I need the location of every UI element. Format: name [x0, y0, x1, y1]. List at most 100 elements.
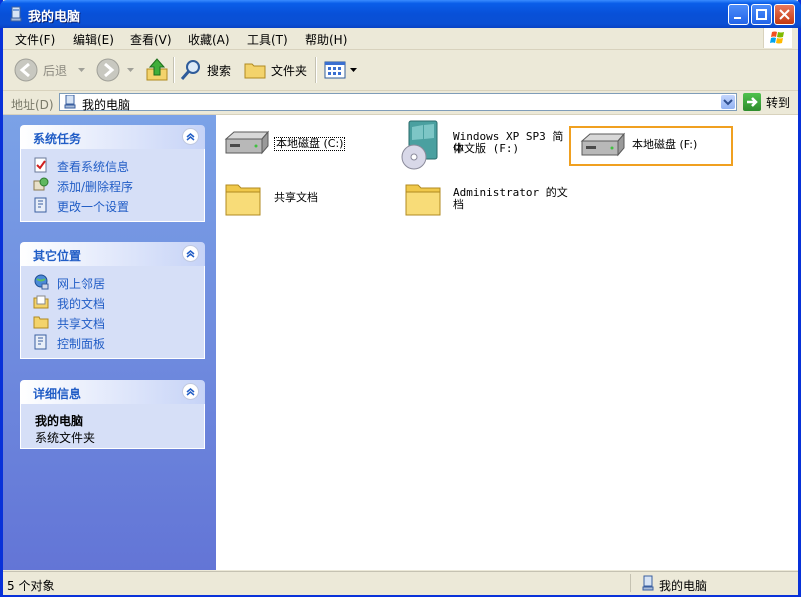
address-label: 地址(D)	[11, 98, 54, 112]
search-button[interactable]: 搜索	[179, 57, 231, 83]
views-dropdown-icon	[350, 67, 357, 72]
other-places-panel: 其它位置 网上邻居 我的文档 共享文档 控制面板	[20, 242, 205, 359]
panel-title: 详细信息	[33, 387, 82, 401]
panel-body: 网上邻居 我的文档 共享文档 控制面板	[20, 266, 205, 359]
go-arrow-icon	[743, 93, 761, 111]
address-input[interactable]: 我的电脑	[59, 93, 737, 112]
back-dropdown-icon[interactable]	[78, 68, 85, 73]
minimize-button[interactable]	[728, 4, 749, 25]
my-computer-icon	[10, 6, 22, 22]
close-icon	[779, 9, 790, 20]
shared-documents-label: 共享文档	[274, 191, 318, 204]
details-desc: 系统文件夹	[35, 431, 96, 445]
folders-button[interactable]: 文件夹	[243, 57, 307, 83]
control-panel-icon	[34, 197, 47, 213]
add-remove-programs-icon	[33, 177, 49, 191]
my-documents-icon	[33, 295, 49, 309]
system-tasks-panel: 系统任务 查看系统信息 添加/删除程序 更改一个设置	[20, 125, 205, 222]
back-label: 后退	[43, 63, 68, 78]
chevron-down-icon	[723, 99, 733, 106]
shared-documents-item[interactable]: 共享文档	[224, 179, 384, 223]
title-bar[interactable]: 我的电脑	[0, 0, 801, 28]
collapse-icon[interactable]	[182, 383, 199, 400]
drive-c-label: 本地磁盘 (C:)	[274, 137, 346, 151]
details-name: 我的电脑	[35, 414, 84, 428]
my-computer-icon	[642, 575, 654, 591]
status-divider	[630, 574, 631, 592]
views-icon	[324, 61, 346, 79]
back-button[interactable]: 后退	[13, 57, 67, 83]
go-button[interactable]: 转到	[743, 93, 790, 111]
menu-file[interactable]: 文件(F)	[15, 31, 55, 48]
maximize-button[interactable]	[751, 4, 772, 25]
folder-icon	[405, 184, 441, 216]
file-view: 本地磁盘 (C:) Windows XP SP3 简体 中文版 (F:) 本地磁…	[216, 115, 798, 570]
highlight-box	[569, 126, 733, 166]
system-info-icon	[34, 157, 47, 173]
search-icon	[180, 60, 200, 80]
folders-label: 文件夹	[271, 63, 308, 78]
collapse-icon[interactable]	[182, 245, 199, 262]
network-icon	[34, 274, 49, 290]
menu-edit[interactable]: 编辑(E)	[73, 31, 114, 48]
hard-drive-icon	[224, 130, 270, 155]
back-arrow-icon	[14, 58, 38, 82]
toolbar-separator	[173, 57, 175, 83]
admin-label-line1: Administrator 的文	[453, 186, 568, 199]
panel-title: 系统任务	[33, 132, 82, 146]
maximize-icon	[756, 9, 767, 20]
close-button[interactable]	[774, 4, 795, 25]
address-dropdown-button[interactable]	[721, 95, 735, 109]
toolbar-separator	[315, 57, 317, 83]
drive-c-item[interactable]: 本地磁盘 (C:)	[222, 125, 382, 165]
minimize-icon	[734, 17, 741, 19]
task-view-system-info[interactable]: 查看系统信息	[21, 155, 204, 175]
admin-documents-item[interactable]: Administrator 的文 档	[404, 179, 574, 223]
folder-icon	[244, 63, 266, 79]
panel-title: 其它位置	[33, 249, 82, 263]
my-computer-icon	[64, 95, 76, 109]
go-label: 转到	[766, 95, 791, 110]
folder-icon	[225, 184, 261, 216]
panel-header[interactable]: 其它位置	[20, 242, 205, 266]
details-panel: 详细信息 我的电脑 系统文件夹	[20, 380, 205, 449]
forward-button[interactable]	[95, 57, 121, 83]
menu-bar: 文件(F) 编辑(E) 查看(V) 收藏(A) 工具(T) 帮助(H)	[3, 28, 798, 50]
control-panel-icon	[34, 334, 47, 350]
place-my-documents[interactable]: 我的文档	[21, 292, 204, 312]
task-pane: 系统任务 查看系统信息 添加/删除程序 更改一个设置 其它位置 网上邻居 我的文…	[3, 115, 216, 570]
place-control-panel[interactable]: 控制面板	[21, 332, 204, 352]
menu-view[interactable]: 查看(V)	[130, 31, 172, 48]
address-value: 我的电脑	[82, 98, 131, 112]
place-network[interactable]: 网上邻居	[21, 272, 204, 292]
toolbar: 后退 搜索 文件夹	[3, 50, 798, 91]
menu-help[interactable]: 帮助(H)	[305, 31, 347, 48]
up-folder-button[interactable]	[144, 57, 170, 83]
task-add-remove-programs[interactable]: 添加/删除程序	[21, 175, 204, 195]
windows-logo-icon	[763, 28, 792, 48]
status-location: 我的电脑	[659, 579, 708, 593]
views-button[interactable]	[323, 57, 357, 83]
forward-dropdown-icon[interactable]	[127, 68, 134, 73]
explorer-window: 我的电脑 文件(F) 编辑(E) 查看(V) 收藏(A) 工具(T) 帮助(H)	[0, 0, 801, 597]
status-count: 5 个对象	[7, 579, 55, 593]
cd-drive-item[interactable]: Windows XP SP3 简体 中文版 (F:)	[399, 119, 569, 175]
collapse-icon[interactable]	[182, 128, 199, 145]
window-title: 我的电脑	[28, 10, 81, 25]
search-label: 搜索	[207, 63, 232, 78]
cd-drive-icon	[401, 120, 438, 170]
address-bar: 地址(D) 我的电脑 转到	[3, 91, 798, 115]
menu-tools[interactable]: 工具(T)	[247, 31, 288, 48]
panel-header[interactable]: 详细信息	[20, 380, 205, 404]
up-folder-icon	[146, 58, 168, 81]
place-shared-documents[interactable]: 共享文档	[21, 312, 204, 332]
task-change-setting[interactable]: 更改一个设置	[21, 195, 204, 215]
menu-favorites[interactable]: 收藏(A)	[188, 31, 230, 48]
panel-body: 查看系统信息 添加/删除程序 更改一个设置	[20, 149, 205, 222]
cd-label-line2: 中文版 (F:)	[453, 142, 520, 155]
admin-label-line2: 档	[453, 198, 464, 211]
forward-arrow-icon	[96, 58, 120, 82]
status-bar: 5 个对象 我的电脑	[3, 571, 798, 595]
panel-body: 我的电脑 系统文件夹	[20, 404, 205, 449]
panel-header[interactable]: 系统任务	[20, 125, 205, 149]
